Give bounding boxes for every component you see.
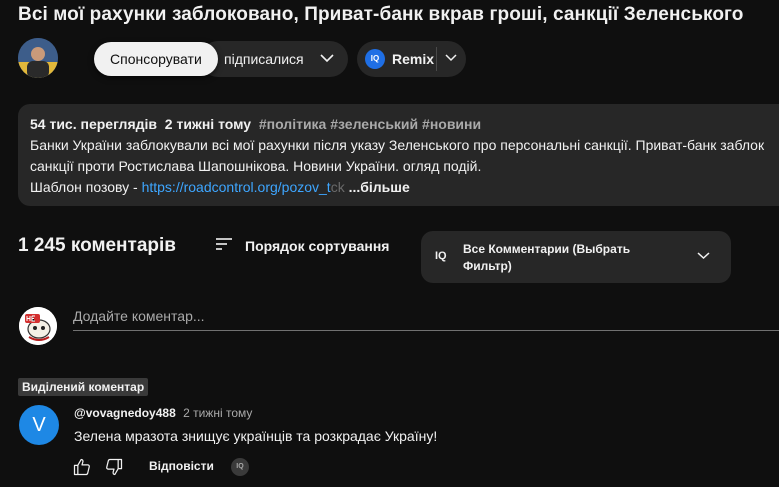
channel-avatar[interactable] xyxy=(18,38,58,78)
remix-label: Remix xyxy=(392,51,435,67)
comments-count: 1 245 коментарів xyxy=(18,235,176,256)
comment-text: Зелена мразота знищує українців та розкр… xyxy=(74,428,438,444)
description-line: санкції проти Ростислава Шапошнікова. Но… xyxy=(30,158,482,174)
view-count: 54 тис. переглядів xyxy=(30,116,157,132)
hashtags[interactable]: #політика #зеленський #новини xyxy=(259,116,481,132)
reply-button[interactable]: Відповісти xyxy=(149,459,214,473)
description-text: Шаблон позову - xyxy=(30,179,142,195)
like-button[interactable] xyxy=(72,457,92,482)
video-title: Всі мої рахунки заблоковано, Приват-банк… xyxy=(18,4,744,25)
comment-time[interactable]: 2 тижні тому xyxy=(183,406,252,420)
avatar xyxy=(19,307,57,345)
description-meta: 54 тис. переглядів 2 тижні тому #політик… xyxy=(30,114,764,135)
subscribed-label: підписалися xyxy=(224,51,304,67)
description-box[interactable]: 54 тис. переглядів 2 тижні тому #політик… xyxy=(18,104,779,206)
upload-time: 2 тижні тому xyxy=(164,116,252,132)
avatar-image xyxy=(19,307,57,345)
description-line: Банки України заблокували всі мої рахунк… xyxy=(30,137,765,153)
sort-icon xyxy=(216,238,232,250)
pinned-comment-badge: Виділений коментар xyxy=(18,378,149,396)
show-more-button[interactable]: ...більше xyxy=(349,179,410,195)
iq-icon: IQ xyxy=(435,250,447,262)
comment-author[interactable]: @vovagnedoy488 xyxy=(74,406,176,420)
comment-header: @vovagnedoy488 2 тижні тому xyxy=(74,406,252,420)
iq-icon: IQ xyxy=(365,49,385,69)
description-line: Шаблон позову - https://roadcontrol.org/… xyxy=(30,177,764,198)
sort-button[interactable]: Порядок сортування xyxy=(214,236,389,255)
description-link-fade: ck xyxy=(330,179,345,195)
chevron-down-icon xyxy=(697,252,710,260)
comment-avatar[interactable]: V xyxy=(19,405,59,445)
description-link[interactable]: https://roadcontrol.org/pozov_t xyxy=(142,179,331,195)
add-comment-input[interactable]: Додайте коментар... xyxy=(73,308,779,331)
thumbs-up-icon xyxy=(73,458,90,476)
sort-label: Порядок сортування xyxy=(245,238,390,254)
chevron-down-icon[interactable] xyxy=(445,53,457,62)
dislike-button[interactable] xyxy=(104,457,124,482)
filter-label: Все Комментарии (Выбрать Фильтр) xyxy=(463,242,631,273)
thumbs-down-icon xyxy=(106,458,123,476)
iq-icon[interactable]: IQ xyxy=(231,458,249,476)
channel-avatar-image xyxy=(18,38,58,78)
remix-button[interactable]: IQ Remix xyxy=(357,41,466,77)
divider xyxy=(436,47,437,71)
sponsor-button[interactable]: Спонсорувати xyxy=(94,42,218,76)
subscribed-button[interactable]: підписалися xyxy=(200,41,348,77)
comment-filter-dropdown[interactable]: IQ Все Комментарии (Выбрать Фильтр) xyxy=(421,231,731,283)
chevron-down-icon xyxy=(320,54,334,63)
